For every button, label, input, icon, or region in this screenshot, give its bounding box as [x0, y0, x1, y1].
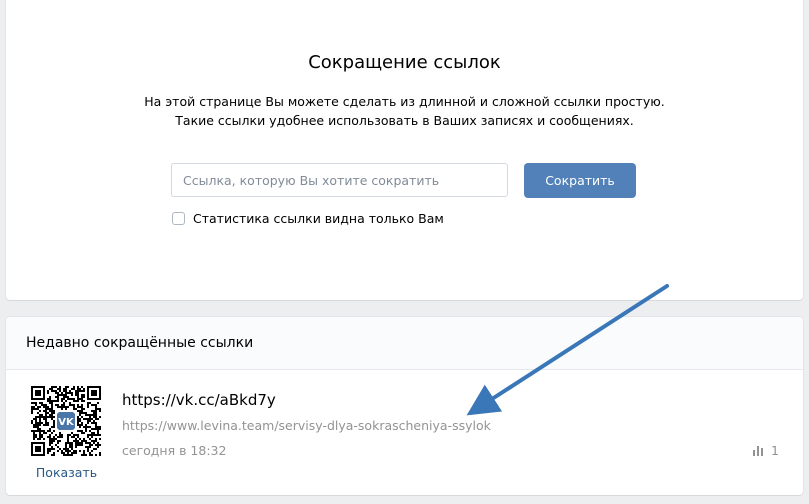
qr-code-icon[interactable]: VK: [31, 386, 101, 456]
shorten-card: Сокращение ссылок На этой странице Вы мо…: [6, 0, 803, 300]
description-line-2: Такие ссылки удобнее использовать в Ваши…: [175, 113, 634, 128]
url-input[interactable]: [171, 163, 508, 197]
page-description: На этой странице Вы можете сделать из дл…: [6, 92, 803, 130]
description-line-1: На этой странице Вы можете сделать из дл…: [144, 94, 665, 109]
page-title: Сокращение ссылок: [308, 52, 501, 73]
recent-links-header: Недавно сокращённые ссылки: [6, 317, 803, 370]
stat-private-label[interactable]: Статистика ссылки видна только Вам: [193, 211, 444, 226]
shorten-button[interactable]: Сократить: [524, 163, 636, 198]
stat-private-checkbox[interactable]: [172, 212, 185, 225]
views-count: 1: [771, 443, 779, 458]
views-counter[interactable]: 1: [753, 443, 779, 458]
bar-chart-icon: [753, 446, 764, 456]
timestamp: сегодня в 18:32: [122, 443, 227, 458]
svg-text:VK: VK: [58, 417, 75, 428]
show-qr-link[interactable]: Показать: [6, 465, 127, 480]
recent-links-title: Недавно сокращённые ссылки: [26, 335, 254, 351]
short-url-link[interactable]: https://vk.cc/aBkd7y: [122, 391, 276, 409]
recent-links-card: Недавно сокращённые ссылки VK Показать h…: [6, 317, 803, 495]
original-url[interactable]: https://www.levina.team/servisy-dlya-sok…: [122, 418, 491, 433]
